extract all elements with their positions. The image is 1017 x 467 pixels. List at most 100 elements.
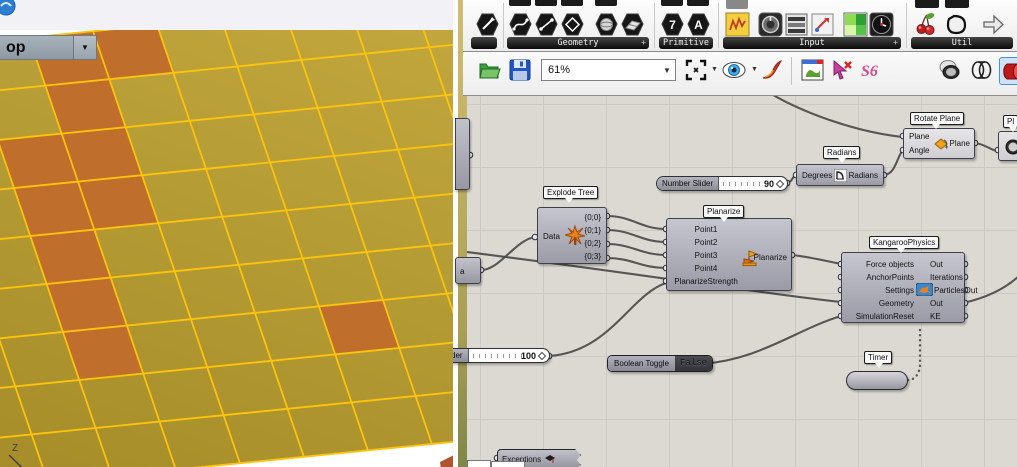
tab-util[interactable]: Util <box>911 37 1013 49</box>
line-geometry-icon[interactable] <box>534 12 559 37</box>
sketch-tool-button[interactable]: S6 <box>859 57 885 83</box>
port-output[interactable]: Plane <box>950 137 970 150</box>
viewport-tab-dropdown[interactable]: ▼ <box>73 36 96 59</box>
port-input[interactable]: Plane <box>909 130 929 143</box>
cherry-picker-icon[interactable] <box>913 12 938 37</box>
port-output[interactable]: {0;2} <box>585 237 601 250</box>
sphere-geometry-icon[interactable] <box>594 12 619 37</box>
plane-partial-node[interactable] <box>998 131 1017 161</box>
rhino-top-strip <box>0 0 456 31</box>
save-file-button[interactable] <box>507 57 533 83</box>
open-file-button[interactable] <box>477 57 503 83</box>
slider-grip-icon[interactable] <box>776 179 784 187</box>
port-output[interactable]: {0;3} <box>585 250 601 263</box>
chevron-down-icon: ▼ <box>659 66 675 75</box>
tab-expand-icon[interactable]: + <box>893 37 898 49</box>
port-output[interactable]: Out <box>930 297 978 310</box>
port-input[interactable]: Point3 <box>667 249 745 262</box>
preview-wireframe-button[interactable] <box>969 57 995 83</box>
port-input[interactable]: Data <box>543 230 560 243</box>
port-output[interactable]: ParticlesOut <box>934 284 978 297</box>
lasso-icon[interactable] <box>944 12 969 37</box>
port-input[interactable]: AnchorPoints <box>842 271 914 284</box>
port-input[interactable]: Point1 <box>667 223 745 236</box>
port-output[interactable]: {0;1} <box>585 224 601 237</box>
kangaroo-tooltip: KangarooPhysics <box>869 236 939 249</box>
port-input[interactable]: PlanarizeStrength <box>667 275 745 288</box>
tab-input[interactable]: Input+ <box>723 37 901 49</box>
chevron-down-icon[interactable]: ▼ <box>751 66 758 73</box>
port-output[interactable]: {0;0} <box>585 211 601 224</box>
preview-window-button[interactable] <box>799 57 825 83</box>
port-input[interactable]: Angle <box>909 144 929 157</box>
port-output[interactable]: Planarize <box>754 251 787 264</box>
planarize-node[interactable]: Point1 Point2 Point3 Point4 PlanarizeStr… <box>666 218 792 291</box>
slider-track[interactable]: 90 <box>719 177 787 190</box>
preview-visibility-button[interactable] <box>721 57 747 83</box>
param-a-node[interactable]: a <box>455 257 481 284</box>
knob-input-icon[interactable] <box>758 12 783 37</box>
tab-separator <box>503 3 504 48</box>
zoom-level-dropdown[interactable]: 61% ▼ <box>541 59 676 81</box>
boolean-toggle-node[interactable]: Boolean Toggle False <box>607 355 713 372</box>
slider-value: 90 <box>764 179 774 189</box>
slider-track[interactable]: 100 <box>469 349 549 362</box>
slider-grip-icon[interactable] <box>538 351 546 359</box>
kangaroo-node[interactable]: Force objects AnchorPoints Settings Geom… <box>841 252 965 323</box>
gradient-input-icon[interactable] <box>843 12 868 37</box>
number-slider-90[interactable]: Number Slider 90 <box>656 176 788 191</box>
port-input[interactable]: Degrees <box>802 171 832 180</box>
rhino-app-icon[interactable] <box>0 0 18 16</box>
tab-separator <box>718 3 719 48</box>
port-input[interactable]: Point2 <box>667 236 745 249</box>
tab-separator <box>654 3 655 48</box>
rectangle-geometry-icon[interactable] <box>560 12 585 37</box>
timer-node[interactable] <box>846 371 908 390</box>
port-output[interactable]: KE <box>930 310 978 323</box>
toolbar-partial-icon <box>945 0 969 8</box>
jump-arrow-icon[interactable] <box>981 12 1006 37</box>
left-partial-node[interactable] <box>455 118 470 190</box>
port-input[interactable]: Settings <box>842 284 914 297</box>
chevron-down-icon[interactable]: ▼ <box>711 66 718 73</box>
surface-geometry-icon[interactable] <box>620 12 645 37</box>
draw-icon-button[interactable] <box>759 57 785 83</box>
zoom-extents-button[interactable] <box>683 57 709 83</box>
viewport-tab[interactable]: op ▼ <box>0 35 97 60</box>
text-primitive-icon[interactable]: A <box>686 12 711 37</box>
radians-node[interactable]: Degrees Radians <box>796 164 884 186</box>
integer-primitive-icon[interactable]: 7 <box>660 12 685 37</box>
tab-geometry[interactable]: Geometry+ <box>507 37 649 49</box>
vector-tab-icon[interactable] <box>475 12 500 37</box>
graph-mapper-icon[interactable] <box>725 12 750 37</box>
port-output[interactable]: Iterations <box>930 271 978 284</box>
tab-primitive[interactable]: Primitive <box>659 37 713 49</box>
svg-text:A: A <box>694 18 703 32</box>
explode-tree-node[interactable]: Data {0;0} {0;1} {0;2} {0;3} <box>537 207 607 264</box>
toggle-value[interactable]: False <box>675 356 712 371</box>
partial-panel[interactable] <box>467 460 491 467</box>
port-input[interactable]: Force objects <box>842 258 914 271</box>
disable-solver-button[interactable] <box>829 57 855 83</box>
tab-group-partial[interactable] <box>471 37 497 49</box>
port-input[interactable]: SimulationReset <box>842 310 914 323</box>
clock-input-icon[interactable] <box>869 12 894 37</box>
point-input-icon[interactable] <box>810 12 835 37</box>
curve-geometry-icon[interactable] <box>508 12 533 37</box>
tab-expand-icon[interactable]: + <box>641 37 646 49</box>
rhino-viewport[interactable]: op ▼ Z <box>0 30 456 467</box>
preview-shaded-button[interactable] <box>999 57 1017 85</box>
port-output[interactable]: Radians <box>849 171 878 180</box>
port-input[interactable]: Point4 <box>667 262 745 275</box>
port-input[interactable]: Geometry <box>842 297 914 310</box>
gh-canvas[interactable]: Explode Tree Data {0;0} {0;1} {0;2} {0;3… <box>467 95 1017 467</box>
number-slider-100[interactable]: der 100 <box>453 348 550 363</box>
value-list-icon[interactable] <box>784 12 809 37</box>
planarize-tooltip: Planarize <box>703 205 744 218</box>
rotate-plane-node[interactable]: Plane Angle Plane <box>903 128 975 159</box>
rotate-plane-tooltip: Rotate Plane <box>910 112 964 125</box>
preview-off-button[interactable] <box>937 57 963 83</box>
port-output[interactable]: Out <box>930 258 978 271</box>
partial-panel[interactable] <box>491 461 525 467</box>
svg-text:S6: S6 <box>861 63 878 80</box>
